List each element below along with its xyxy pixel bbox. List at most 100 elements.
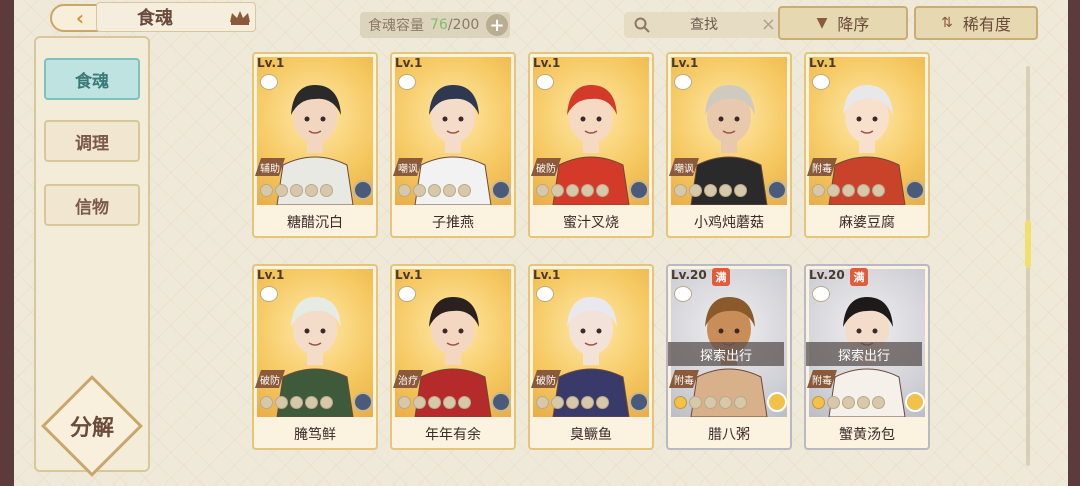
star-icon [290,184,303,197]
star-icon [719,396,732,409]
bowl-icon [260,74,278,90]
level-label: Lv.1 [395,268,423,282]
element-icon [767,180,787,200]
sort-key-button[interactable]: ⇅ 稀有度 [914,6,1038,40]
bowl-icon [260,286,278,302]
tab-food-soul[interactable]: 食魂 [44,58,140,100]
search-icon [634,17,650,33]
bowl-icon [674,286,692,302]
tab-label: 调理 [75,133,109,154]
top-bar: ‹ 食魂 食魂容量 76 /200 + × ▼ 降序 ⇅ 稀有度 [14,0,1068,40]
right-frame [1068,0,1080,486]
tab-conditioning[interactable]: 调理 [44,120,140,162]
star-rating [812,396,885,409]
star-icon [551,396,564,409]
star-icon [320,396,333,409]
max-level-badge: 满 [850,268,868,286]
sort-toggle-icon: ⇅ [941,15,953,31]
star-icon [857,396,870,409]
sidebar: 食魂 调理 信物 分解 [34,36,150,477]
food-soul-card[interactable]: Lv.20 满探索出行 附毒 蟹黄汤包 [804,264,930,450]
level-label: Lv.1 [395,56,423,70]
star-icon [872,184,885,197]
star-icon [443,184,456,197]
star-rating [536,184,609,197]
star-icon [596,184,609,197]
food-soul-card[interactable]: Lv.1 治疗 年年有余 [390,264,516,450]
sort-key-label: 稀有度 [962,15,1011,34]
tab-keepsake[interactable]: 信物 [44,184,140,226]
card-name: 年年有余 [425,427,481,443]
bowl-icon [398,286,416,302]
tab-label: 食魂 [75,71,109,92]
star-icon [674,184,687,197]
star-icon [857,184,870,197]
food-soul-card[interactable]: Lv.1 破防 臭鳜鱼 [528,264,654,450]
food-soul-card[interactable]: Lv.1 破防 腌笃鲜 [252,264,378,450]
search-input[interactable] [659,17,749,33]
bowl-icon [674,74,692,90]
food-soul-card[interactable]: Lv.1 附毒 麻婆豆腐 [804,52,930,238]
scrollbar-thumb[interactable] [1025,220,1031,268]
star-icon [275,396,288,409]
level-label: Lv.1 [533,56,561,70]
star-icon [812,184,825,197]
star-rating [536,396,609,409]
star-icon [398,396,411,409]
star-icon [674,396,687,409]
card-name: 麻婆豆腐 [839,215,895,231]
star-icon [719,184,732,197]
level-label: Lv.1 [809,56,837,70]
food-soul-card[interactable]: Lv.1 嘲讽 子推燕 [390,52,516,238]
star-icon [443,396,456,409]
search-box[interactable]: × [624,12,784,38]
star-rating [674,184,747,197]
card-name: 腊八粥 [708,427,750,443]
star-icon [734,396,747,409]
level-label: Lv.20 [671,268,707,282]
star-icon [689,184,702,197]
star-icon [290,396,303,409]
star-icon [812,396,825,409]
star-icon [581,184,594,197]
star-icon [689,396,702,409]
expand-capacity-button[interactable]: + [486,14,508,36]
star-rating [260,184,333,197]
star-icon [704,184,717,197]
food-soul-card[interactable]: Lv.1 辅助 糖醋沉白 [252,52,378,238]
level-label: Lv.20 [809,268,845,282]
bowl-icon [536,74,554,90]
food-soul-card[interactable]: Lv.1 破防 蜜汁叉烧 [528,52,654,238]
element-icon [353,392,373,412]
sort-order-button[interactable]: ▼ 降序 [778,6,908,40]
star-icon [566,184,579,197]
food-soul-card[interactable]: Lv.20 满探索出行 附毒 腊八粥 [666,264,792,450]
bowl-icon [536,286,554,302]
page-title: 食魂 [137,8,173,29]
clear-search-icon[interactable]: × [761,14,776,35]
card-name: 糖醋沉白 [287,215,343,231]
crown-icon[interactable] [228,8,252,26]
star-icon [458,184,471,197]
star-icon [842,184,855,197]
star-icon [413,184,426,197]
star-icon [428,396,441,409]
star-icon [398,184,411,197]
explore-status: 探索出行 [806,342,922,366]
element-icon [491,180,511,200]
back-arrow-icon: ‹ [75,6,85,30]
decompose-button[interactable]: 分解 [41,375,143,477]
food-soul-card[interactable]: Lv.1 嘲讽 小鸡炖蘑菇 [666,52,792,238]
element-icon [905,392,925,412]
star-rating [398,396,471,409]
star-icon [413,396,426,409]
capacity-label: 食魂容量 [368,18,424,34]
element-icon [767,392,787,412]
star-icon [536,184,549,197]
star-icon [596,396,609,409]
card-name: 小鸡炖蘑菇 [694,215,764,231]
star-icon [536,396,549,409]
star-icon [566,396,579,409]
star-rating [260,396,333,409]
sort-order-label: 降序 [837,15,870,34]
